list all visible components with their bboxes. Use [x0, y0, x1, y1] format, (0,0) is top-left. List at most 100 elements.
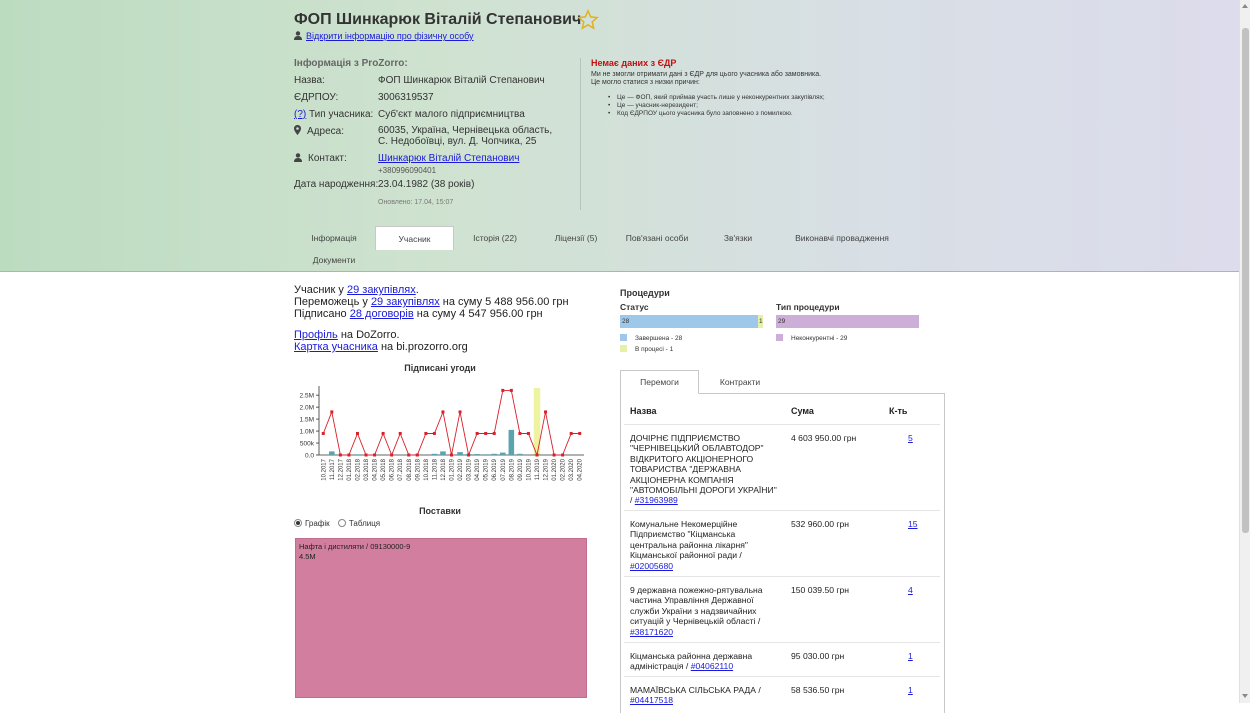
edr-reason: Це — учасник-нерезидент;: [608, 102, 868, 110]
table-row: Комунальне Некомерційне Підприємство "Кі…: [624, 510, 940, 576]
chart-point: [544, 410, 548, 414]
chart-point: [467, 453, 471, 457]
win-count-link[interactable]: 1: [908, 685, 913, 695]
tab-documents[interactable]: Документи: [294, 248, 374, 271]
edrpou-value: 3006319537: [378, 92, 434, 103]
chart-bar: [329, 451, 335, 455]
buyer-code-link[interactable]: #04417518: [630, 695, 673, 705]
type-bar-noncompetitive[interactable]: 29: [776, 315, 919, 328]
y-tick-label: 0.0: [305, 453, 314, 460]
contact-label: Контакт:: [308, 153, 347, 164]
help-link[interactable]: (?): [294, 109, 306, 120]
summary-line-winner: Переможець у 29 закупівлях на суму 5 488…: [294, 296, 569, 308]
x-tick-label: 02.2020: [561, 458, 567, 480]
x-tick-label: 01.2019: [450, 458, 456, 480]
chart-point: [552, 453, 556, 457]
chart-bar: [474, 454, 480, 455]
summary-line-participant: Учасник у 29 закупівлях.: [294, 284, 569, 296]
chart-point: [415, 453, 419, 457]
win-count-link[interactable]: 15: [908, 519, 918, 529]
treemap-value: 4.5M: [299, 552, 316, 561]
legend-swatch: [620, 334, 627, 341]
x-tick-label: 06.2018: [390, 458, 396, 480]
tab-licenses[interactable]: Ліцензії (5): [536, 226, 616, 249]
star-icon[interactable]: [577, 9, 599, 31]
buyer-code-link[interactable]: #04062110: [691, 661, 733, 671]
win-sum: 532 960.00 грн: [791, 519, 850, 529]
scroll-thumb[interactable]: [1242, 28, 1249, 533]
tab-wins[interactable]: Перемоги: [620, 370, 699, 394]
x-tick-label: 02.2019: [458, 458, 464, 480]
type-label: Тип учасника:: [309, 109, 374, 120]
card-line: Картка учасника на bi.prozorro.org: [294, 341, 468, 353]
tab-history[interactable]: Історія (22): [455, 226, 535, 249]
edr-reasons-list: Це — ФОП, який приймав участь лише у нек…: [608, 94, 868, 118]
view-switch: Графік Таблиця: [294, 519, 386, 528]
x-tick-label: 12.2017: [338, 458, 344, 480]
table-option[interactable]: Таблиця: [337, 519, 380, 528]
table-radio[interactable]: [337, 519, 346, 527]
tab-enforcement[interactable]: Виконавчі провадження: [779, 226, 905, 249]
win-count-link[interactable]: 5: [908, 433, 913, 443]
win-sum: 95 030.00 грн: [791, 651, 845, 661]
edrpou-label: ЄДРПОУ:: [294, 92, 339, 103]
win-count-link[interactable]: 1: [908, 651, 913, 661]
edr-reason: Код ЄДРПОУ цього учасника було заповнено…: [608, 110, 868, 118]
chart-point: [501, 388, 505, 392]
buyer-name: Кіцманська районна державна адміністраці…: [630, 651, 778, 672]
open-info-link[interactable]: Відкрити інформацію про фізичну особу: [306, 31, 474, 41]
type-value: Суб'єкт малого підприємництва: [378, 109, 525, 120]
card-text: на bi.prozorro.org: [377, 341, 468, 353]
participant-card-link[interactable]: Картка учасника: [294, 341, 378, 353]
graph-option[interactable]: Графік: [294, 519, 330, 528]
supplies-title: Поставки: [419, 506, 461, 516]
contact-name-link[interactable]: Шинкарюк Віталій Степанович: [378, 153, 519, 164]
scroll-up-arrow-icon[interactable]: [1242, 4, 1248, 8]
tenders-participated-link[interactable]: 29 закупівлях: [347, 284, 416, 296]
y-tick-label: 2.5M: [300, 393, 314, 400]
chart-point: [450, 453, 453, 457]
address-value: 60035, Україна, Чернівецька область, С. …: [378, 125, 553, 147]
tab-contracts[interactable]: Контракти: [700, 370, 780, 394]
type-label-wrap: (?) Тип учасника:: [294, 109, 373, 120]
x-tick-label: 11.2018: [432, 458, 438, 480]
status-bar-completed[interactable]: 28: [620, 315, 758, 328]
dozorro-profile-link[interactable]: Профіль: [294, 329, 338, 341]
x-tick-label: 06.2019: [492, 458, 498, 480]
contracts-link[interactable]: 28 договорів: [350, 308, 414, 320]
tab-participant[interactable]: Учасник: [375, 226, 454, 250]
col-name-header: Назва: [630, 406, 657, 416]
procedures-heading: Процедури: [620, 288, 670, 298]
win-count: 1: [908, 685, 913, 695]
chart-bar: [517, 453, 523, 455]
x-tick-label: 09.2019: [518, 458, 524, 480]
col-sum-header: Сума: [791, 406, 814, 416]
status-heading: Статус: [620, 302, 649, 312]
tab-info[interactable]: Інформація: [294, 226, 374, 249]
vertical-scrollbar[interactable]: [1239, 0, 1250, 703]
x-tick-label: 12.2018: [441, 458, 447, 480]
buyer-code-link[interactable]: #02005680: [630, 561, 673, 571]
supplies-treemap-cell[interactable]: Нафта і дистиляти / 09130000-9 4.5M: [295, 538, 587, 698]
win-count-link[interactable]: 4: [908, 585, 913, 595]
graph-radio[interactable]: [294, 519, 302, 527]
chart-point: [492, 431, 496, 435]
chart-point: [330, 410, 334, 414]
y-tick-label: 2.0M: [300, 405, 314, 412]
status-bar-in-progress[interactable]: 1: [758, 315, 763, 328]
x-tick-label: 03.2019: [467, 458, 473, 480]
table-row: Кіцманська районна державна адміністраці…: [624, 642, 940, 677]
buyer-code-link[interactable]: #38171620: [630, 627, 673, 637]
tab-related-persons[interactable]: Пов'язані особи: [617, 226, 697, 249]
buyer-code-link[interactable]: #31963989: [635, 495, 678, 505]
chart-point: [561, 453, 565, 457]
tab-connections[interactable]: Зв'язки: [698, 226, 778, 249]
divider: [580, 58, 581, 210]
tenders-won-link[interactable]: 29 закупівлях: [371, 296, 440, 308]
win-count: 1: [908, 651, 913, 661]
summary-text: на суму 5 488 956.00 грн: [439, 296, 569, 308]
treemap-label: Нафта і дистиляти / 09130000-9: [299, 542, 411, 551]
legend-label: Неконкурентні - 29: [791, 335, 848, 342]
scroll-down-arrow-icon[interactable]: [1242, 694, 1248, 698]
edr-text-line1: Ми не змогли отримати дані з ЄДР для цьо…: [591, 71, 822, 78]
